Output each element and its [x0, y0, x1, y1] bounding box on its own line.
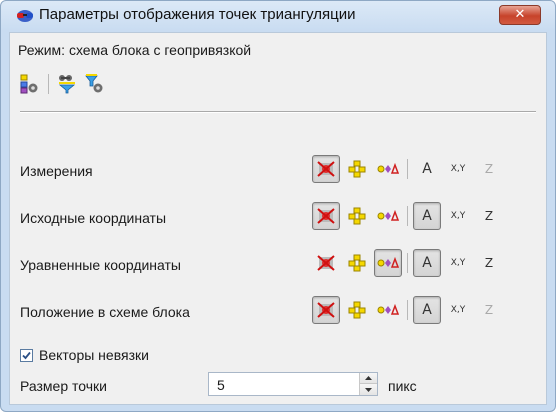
point-size-unit: пикс [388, 378, 417, 394]
hide-points-icon [317, 161, 335, 177]
spin-up-button[interactable] [360, 373, 377, 384]
hide-points-icon [317, 255, 335, 271]
z-icon: Z [484, 209, 494, 223]
toolbar-separator [48, 74, 49, 94]
point-size-value[interactable]: 5 [217, 377, 225, 393]
point-types-toggle[interactable] [374, 249, 402, 277]
app-icon [17, 10, 33, 22]
residual-vectors-option[interactable]: Векторы невязки [20, 347, 149, 363]
hide-points-toggle[interactable] [312, 155, 340, 183]
toggle-separator [407, 253, 408, 273]
view-filter-button[interactable] [55, 72, 79, 96]
label-a-icon: A [422, 161, 432, 177]
residual-vectors-checkbox[interactable] [20, 348, 33, 362]
close-icon: ✕ [514, 7, 526, 22]
row-label: Измерения [20, 163, 93, 179]
show-z-toggle[interactable]: Z [475, 202, 503, 230]
hide-points-icon [317, 302, 335, 318]
z-icon: Z [484, 256, 494, 270]
z-icon: Z [484, 303, 494, 317]
show-label-toggle[interactable]: A [413, 249, 441, 277]
point-types-icon [377, 304, 399, 315]
hide-points-toggle[interactable] [312, 296, 340, 324]
point-types-toggle[interactable] [374, 296, 402, 324]
point-types-icon [377, 210, 399, 221]
show-z-toggle[interactable]: Z [475, 296, 503, 324]
toolbar [18, 71, 111, 97]
divider [20, 111, 536, 113]
point-markers-toggle[interactable] [343, 155, 371, 183]
xy-icon: X,Y [450, 211, 466, 221]
row-toggles: A X,Y Z [312, 296, 506, 324]
show-label-toggle[interactable]: A [413, 202, 441, 230]
point-markers-toggle[interactable] [343, 296, 371, 324]
filter-settings-button[interactable] [83, 72, 107, 96]
toggle-separator [407, 206, 408, 226]
point-markers-icon [348, 160, 366, 178]
close-button[interactable]: ✕ [499, 5, 541, 25]
xy-icon: X,Y [450, 258, 466, 268]
label-a-icon: A [422, 208, 432, 224]
point-markers-icon [348, 254, 366, 272]
row-label: Уравненные координаты [20, 257, 181, 273]
row-label: Исходные координаты [20, 210, 167, 226]
row-initial-coordinates: Исходные координаты A X,Y Z [10, 201, 548, 233]
show-label-toggle[interactable]: A [413, 296, 441, 324]
window-title: Параметры отображения точек триангуляции [39, 6, 356, 23]
xy-icon: X,Y [450, 164, 466, 174]
label-a-icon: A [422, 255, 432, 271]
filter-settings-icon [85, 74, 103, 93]
point-types-icon [377, 163, 399, 174]
row-block-scheme-position: Положение в схеме блока A X,Y Z [10, 295, 548, 327]
dialog-window: Параметры отображения точек триангуляции… [0, 0, 556, 412]
spin-down-button[interactable] [360, 384, 377, 395]
spin-buttons [359, 373, 377, 395]
point-markers-toggle[interactable] [343, 249, 371, 277]
mode-label: Режим: схема блока с геопривязкой [18, 42, 252, 58]
show-xy-toggle[interactable]: X,Y [444, 202, 472, 230]
hide-points-icon [317, 208, 335, 224]
z-icon: Z [484, 162, 494, 176]
point-markers-toggle[interactable] [343, 202, 371, 230]
row-measurements: Измерения A X,Y Z [10, 154, 548, 186]
point-types-toggle[interactable] [374, 155, 402, 183]
xy-icon: X,Y [450, 305, 466, 315]
residual-vectors-label: Векторы невязки [39, 347, 149, 363]
chevron-up-icon [365, 376, 372, 380]
show-xy-toggle[interactable]: X,Y [444, 155, 472, 183]
point-size-spinbox[interactable]: 5 [208, 372, 378, 396]
row-toggles: A X,Y Z [312, 202, 506, 230]
show-z-toggle[interactable]: Z [475, 155, 503, 183]
row-toggles: A X,Y Z [312, 155, 506, 183]
title-bar[interactable]: Параметры отображения точек триангуляции… [1, 1, 555, 31]
dialog-body: Режим: схема блока с геопривязкой Измере… [9, 32, 547, 405]
show-label-toggle[interactable]: A [413, 155, 441, 183]
row-label: Положение в схеме блока [20, 304, 190, 320]
view-filter-icon [58, 75, 76, 94]
show-xy-toggle[interactable]: X,Y [444, 249, 472, 277]
point-markers-icon [348, 301, 366, 319]
show-xy-toggle[interactable]: X,Y [444, 296, 472, 324]
hide-points-toggle[interactable] [312, 202, 340, 230]
row-toggles: A X,Y Z [312, 249, 506, 277]
point-types-toggle[interactable] [374, 202, 402, 230]
checkmark-icon [22, 351, 31, 359]
hide-points-toggle[interactable] [312, 249, 340, 277]
chevron-down-icon [365, 387, 372, 392]
toggle-separator [407, 300, 408, 320]
toggle-separator [407, 159, 408, 179]
row-adjusted-coordinates: Уравненные координаты A X,Y Z [10, 248, 548, 280]
label-a-icon: A [422, 302, 432, 318]
point-size-label: Размер точки [20, 378, 107, 394]
point-types-icon [377, 257, 399, 268]
points-settings-button[interactable] [18, 72, 42, 96]
show-z-toggle[interactable]: Z [475, 249, 503, 277]
points-settings-icon [20, 74, 38, 94]
point-markers-icon [348, 207, 366, 225]
